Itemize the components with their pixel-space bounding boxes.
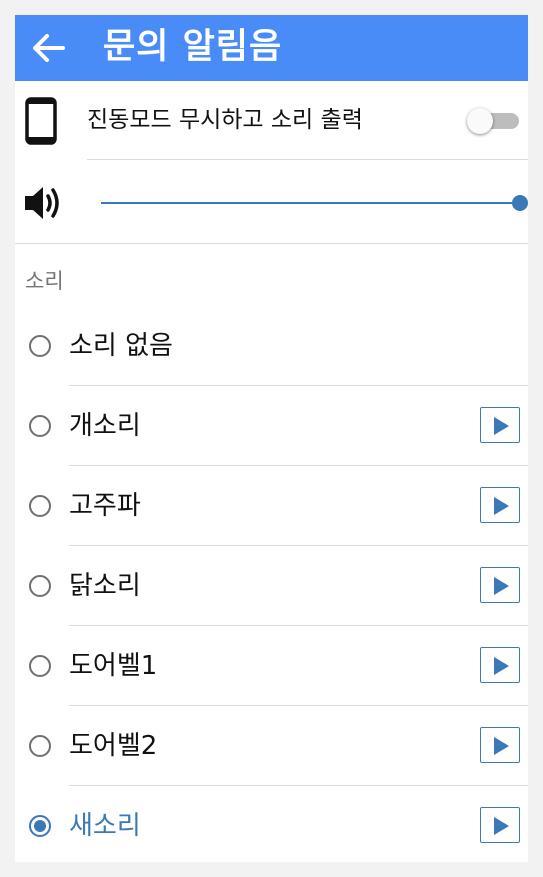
play-button[interactable]	[480, 407, 520, 443]
phone-icon	[25, 97, 57, 145]
play-icon	[494, 657, 509, 675]
radio-button[interactable]	[29, 735, 51, 757]
sound-section-header: 소리	[25, 269, 64, 293]
radio-button[interactable]	[29, 655, 51, 677]
toggle-thumb	[467, 108, 493, 134]
sound-option[interactable]: 도어벨2	[15, 706, 528, 786]
volume-slider-track	[101, 202, 520, 204]
volume-row	[15, 161, 528, 243]
vibrate-override-label: 진동모드 무시하고 소리 출력	[87, 107, 363, 133]
play-button[interactable]	[480, 567, 520, 603]
sound-list: 소리 없음개소리고주파닭소리도어벨1 도어벨2 새소리	[15, 306, 528, 862]
radio-button[interactable]	[29, 335, 51, 357]
sound-option-label: 닭소리	[69, 571, 141, 601]
sound-option[interactable]: 새소리	[15, 786, 528, 862]
vibrate-override-row[interactable]: 진동모드 무시하고 소리 출력	[15, 81, 528, 161]
play-icon	[494, 737, 509, 755]
volume-slider-thumb[interactable]	[512, 195, 528, 211]
play-button[interactable]	[480, 807, 520, 843]
play-button[interactable]	[480, 487, 520, 523]
sound-option[interactable]: 닭소리	[15, 546, 528, 626]
radio-button[interactable]	[29, 575, 51, 597]
divider	[15, 243, 528, 244]
radio-button[interactable]	[29, 815, 51, 837]
radio-button[interactable]	[29, 415, 51, 437]
divider	[87, 159, 528, 160]
play-icon	[494, 817, 509, 835]
vibrate-override-toggle[interactable]	[467, 108, 519, 134]
screen: 문의 알림음 진동모드 무시하고 소리 출력 소리 소리 없음개소리고주파닭소리…	[15, 15, 528, 862]
play-icon	[494, 417, 509, 435]
play-icon	[494, 497, 509, 515]
sound-option-label: 고주파	[69, 491, 141, 521]
play-icon	[494, 577, 509, 595]
app-bar: 문의 알림음	[15, 15, 528, 81]
arrow-left-icon	[33, 34, 65, 62]
sound-option[interactable]: 개소리	[15, 386, 528, 466]
sound-option-label: 도어벨2	[69, 731, 158, 761]
volume-slider[interactable]	[101, 191, 528, 215]
sound-option-label: 소리 없음	[69, 331, 173, 361]
sound-option[interactable]: 도어벨1	[15, 626, 528, 706]
sound-option[interactable]: 고주파	[15, 466, 528, 546]
play-button[interactable]	[480, 727, 520, 763]
speaker-icon	[25, 187, 59, 219]
sound-option-label: 도어벨1	[69, 651, 158, 681]
sound-option-label: 새소리	[69, 811, 141, 841]
sound-option-label: 개소리	[69, 411, 141, 441]
sound-option[interactable]: 소리 없음	[15, 306, 528, 386]
play-button[interactable]	[480, 647, 520, 683]
radio-button[interactable]	[29, 495, 51, 517]
page-title: 문의 알림음	[103, 27, 283, 67]
back-button[interactable]	[27, 25, 69, 71]
